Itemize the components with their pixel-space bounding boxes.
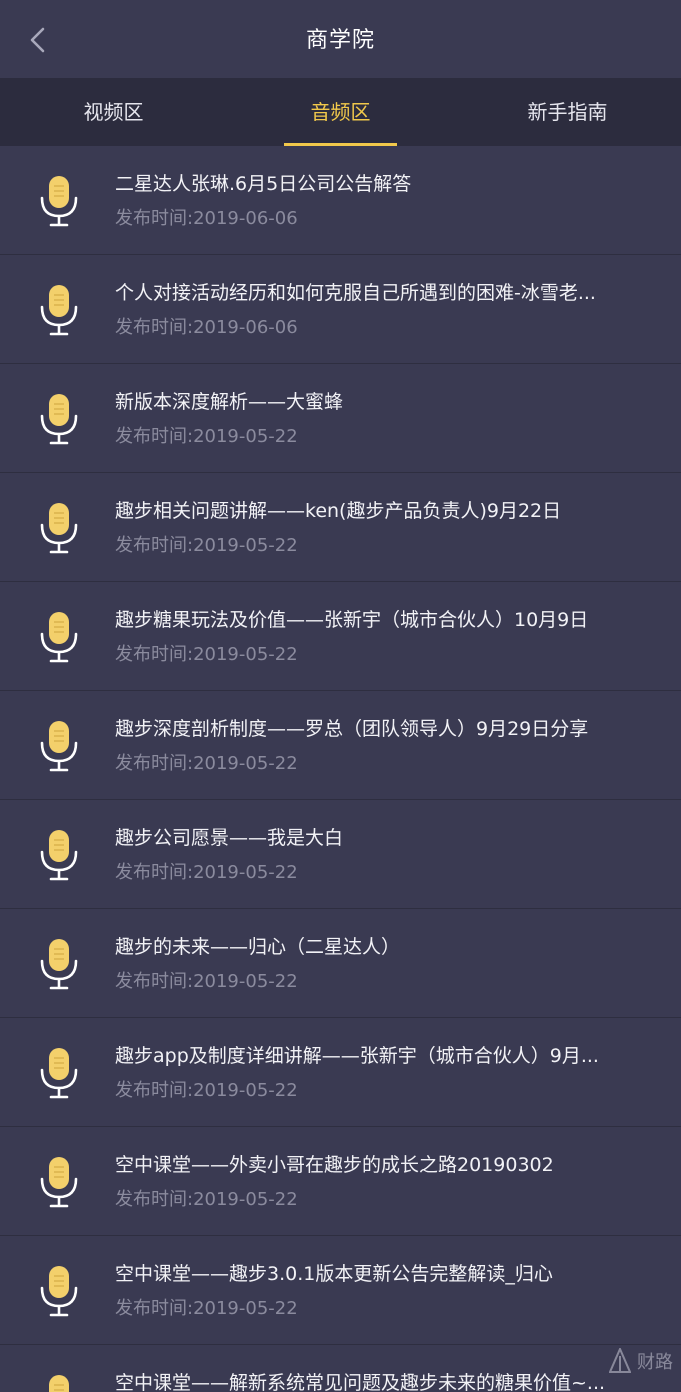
audio-item-date: 发布时间:2019-05-22 <box>115 862 298 883</box>
tab-beginner-guide[interactable]: 新手指南 <box>454 78 681 146</box>
audio-list-item[interactable]: 趣步相关问题讲解——ken(趣步产品负责人)9月22日 发布时间:2019-05-… <box>0 473 681 582</box>
audio-item-date: 发布时间:2019-05-22 <box>115 644 298 665</box>
audio-list-item[interactable]: 趣步app及制度详细讲解——张新宇（城市合伙人）9月... 发布时间:2019-0… <box>0 1018 681 1127</box>
audio-list-item[interactable]: 趣步深度剖析制度——罗总（团队领导人）9月29日分享 发布时间:2019-05-2… <box>0 691 681 800</box>
watermark-logo-icon <box>609 1348 631 1373</box>
audio-item-title: 空中课堂——解新系统常见问题及趣步未来的糖果价值~... <box>115 1372 606 1392</box>
audio-item-date: 发布时间:2019-05-22 <box>115 1080 298 1101</box>
audio-list-item[interactable]: 空中课堂——趣步3.0.1版本更新公告完整解读_归心 发布时间:2019-05-2… <box>0 1236 681 1345</box>
audio-item-title: 趣步的未来——归心（二星达人） <box>115 936 401 958</box>
audio-item-date: 发布时间:2019-05-22 <box>115 426 298 447</box>
microphone-icon <box>40 394 78 445</box>
audio-item-title: 二星达人张琳.6月5日公司公告解答 <box>115 173 412 195</box>
audio-item-title: 个人对接活动经历和如何克服自己所遇到的困难-冰雪老... <box>115 282 596 304</box>
audio-item-date: 发布时间:2019-05-22 <box>115 535 298 556</box>
audio-item-title: 新版本深度解析——大蜜蜂 <box>115 391 344 413</box>
audio-item-title: 趣步糖果玩法及价值——张新宇（城市合伙人）10月9日 <box>115 609 589 631</box>
microphone-icon <box>40 285 78 336</box>
audio-list-item[interactable]: 个人对接活动经历和如何克服自己所遇到的困难-冰雪老... 发布时间:2019-06… <box>0 255 681 364</box>
audio-item-title: 趣步公司愿景——我是大白 <box>115 827 344 849</box>
audio-item-title: 空中课堂——趣步3.0.1版本更新公告完整解读_归心 <box>115 1263 553 1285</box>
microphone-icon <box>40 503 78 554</box>
audio-list-item[interactable]: 趣步的未来——归心（二星达人） 发布时间:2019-05-22 <box>0 909 681 1018</box>
audio-item-title: 趣步相关问题讲解——ken(趣步产品负责人)9月22日 <box>115 500 562 522</box>
audio-list-item[interactable]: 二星达人张琳.6月5日公司公告解答 发布时间:2019-06-06 <box>0 146 681 255</box>
audio-list-item[interactable]: 趣步公司愿景——我是大白 发布时间:2019-05-22 <box>0 800 681 909</box>
app-screen: 商学院 视频区 音频区 新手指南 二星达人张琳.6月5日公司公告解答 发布时间:2… <box>0 0 681 1392</box>
audio-item-date: 发布时间:2019-05-22 <box>115 753 298 774</box>
audio-list-item[interactable]: 空中课堂——外卖小哥在趣步的成长之路20190302 发布时间:2019-05-2… <box>0 1127 681 1236</box>
audio-item-date: 发布时间:2019-05-22 <box>115 1189 298 1210</box>
microphone-icon <box>40 721 78 772</box>
audio-item-date: 发布时间:2019-05-22 <box>115 971 298 992</box>
page-title: 商学院 <box>305 28 375 53</box>
watermark: 财路 <box>609 1348 673 1374</box>
tab-bar: 视频区 音频区 新手指南 <box>0 78 681 146</box>
audio-item-date: 发布时间:2019-05-22 <box>115 1298 298 1319</box>
audio-item-title: 空中课堂——外卖小哥在趣步的成长之路20190302 <box>115 1154 554 1176</box>
microphone-icon <box>40 939 78 990</box>
top-bar: 商学院 <box>0 0 681 78</box>
microphone-icon <box>40 176 78 227</box>
audio-item-title: 趣步深度剖析制度——罗总（团队领导人）9月29日分享 <box>115 718 589 740</box>
audio-list: 二星达人张琳.6月5日公司公告解答 发布时间:2019-06-06 个人对接活动经历… <box>0 146 681 1392</box>
microphone-icon <box>40 1266 78 1317</box>
microphone-icon <box>40 612 78 663</box>
audio-item-title: 趣步app及制度详细讲解——张新宇（城市合伙人）9月... <box>115 1045 599 1067</box>
audio-item-date: 发布时间:2019-06-06 <box>115 208 298 229</box>
audio-list-item[interactable]: 新版本深度解析——大蜜蜂 发布时间:2019-05-22 <box>0 364 681 473</box>
microphone-icon <box>40 830 78 881</box>
tab-video[interactable]: 视频区 <box>0 78 227 146</box>
audio-list-item[interactable]: 趣步糖果玩法及价值——张新宇（城市合伙人）10月9日 发布时间:2019-05-2… <box>0 582 681 691</box>
microphone-icon <box>40 1157 78 1208</box>
tab-audio[interactable]: 音频区 <box>227 78 454 146</box>
microphone-icon <box>49 1375 69 1392</box>
audio-list-item[interactable]: 空中课堂——解新系统常见问题及趣步未来的糖果价值~... <box>0 1345 681 1392</box>
audio-item-date: 发布时间:2019-06-06 <box>115 317 298 338</box>
microphone-icon <box>40 1048 78 1099</box>
watermark-text: 财路 <box>637 1352 673 1373</box>
